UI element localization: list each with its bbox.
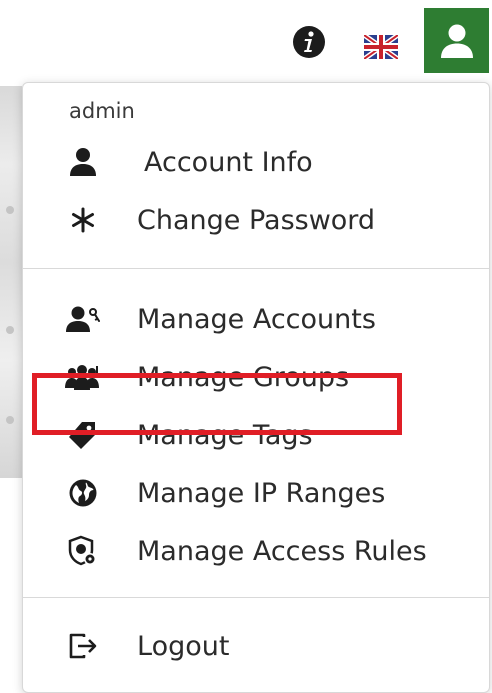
highlight-box <box>32 373 402 435</box>
user-icon <box>440 24 473 58</box>
menu-item-label: Manage Accounts <box>137 303 376 335</box>
menu-username: admin <box>69 99 135 123</box>
background-page <box>0 86 22 478</box>
menu-item-label: Manage Access Rules <box>137 535 427 567</box>
language-button[interactable] <box>363 34 399 60</box>
shield-gear-icon <box>61 529 105 573</box>
menu-item-change-password[interactable]: Change Password <box>23 194 489 246</box>
info-button[interactable] <box>292 25 326 59</box>
menu-item-manage-ip-ranges[interactable]: Manage IP Ranges <box>23 467 489 519</box>
menu-item-label: Logout <box>137 630 230 662</box>
info-circle-icon <box>293 26 325 58</box>
uk-flag-icon <box>364 35 398 59</box>
asterisk-icon <box>61 198 105 242</box>
user-menu-button[interactable] <box>424 8 489 73</box>
logout-icon <box>61 624 105 668</box>
menu-item-label: Account Info <box>144 146 313 178</box>
menu-item-label: Change Password <box>137 204 376 236</box>
person-icon <box>61 140 105 184</box>
user-key-icon <box>61 297 105 341</box>
menu-item-logout[interactable]: Logout <box>23 620 489 672</box>
top-bar <box>0 0 492 82</box>
menu-item-account-info[interactable]: Account Info <box>23 136 489 188</box>
menu-divider <box>23 597 489 598</box>
menu-item-label: Manage IP Ranges <box>137 477 386 509</box>
menu-item-manage-access-rules[interactable]: Manage Access Rules <box>23 525 489 577</box>
menu-divider <box>23 268 489 269</box>
menu-item-manage-accounts[interactable]: Manage Accounts <box>23 293 489 345</box>
globe-icon <box>61 471 105 515</box>
